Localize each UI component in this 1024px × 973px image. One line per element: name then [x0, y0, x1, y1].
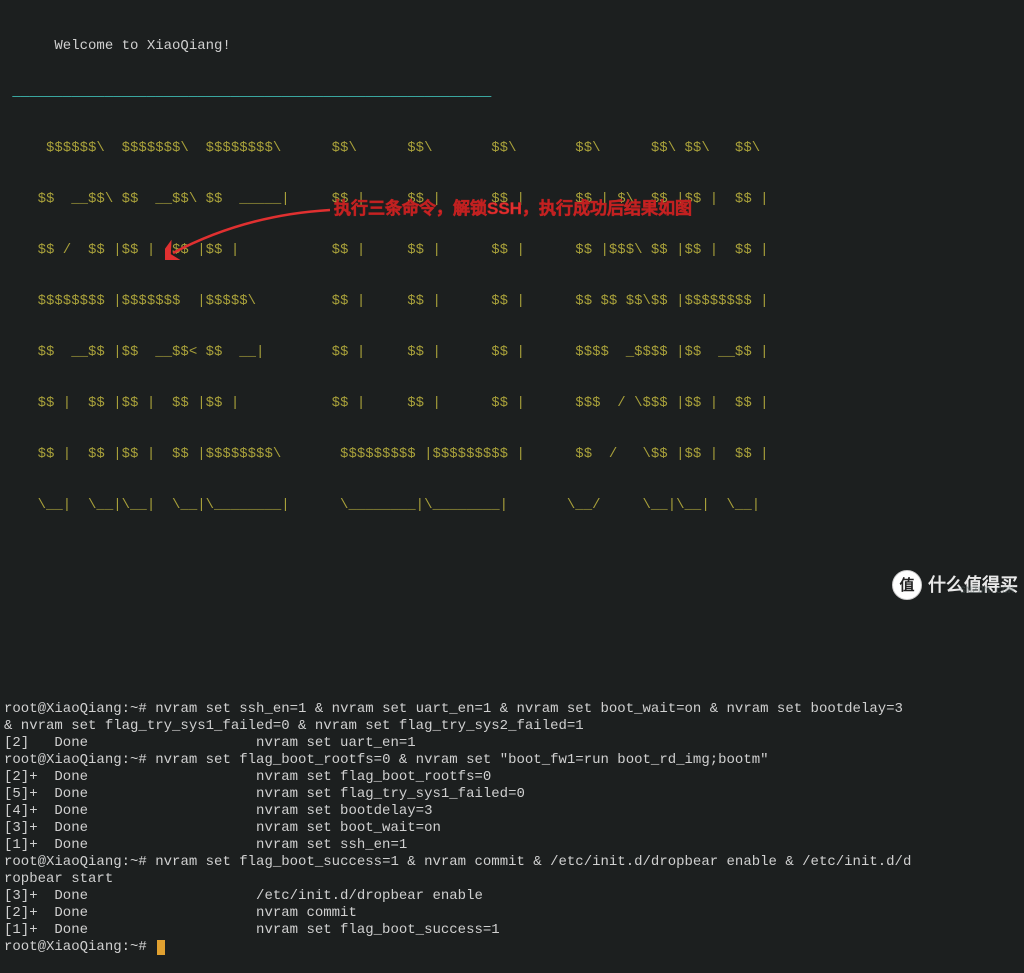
cursor-icon	[157, 940, 165, 955]
ascii-art-row: $$ | $$ |$$ | $$ |$$$$$$$$\ $$$$$$$$$ |$…	[0, 446, 1024, 463]
blank-line	[0, 650, 1024, 667]
terminal-output-line: [3]+ Done nvram set boot_wait=on	[0, 820, 1024, 837]
terminal-output-line: [4]+ Done nvram set bootdelay=3	[0, 803, 1024, 820]
watermark-badge-icon: 值	[892, 570, 922, 600]
divider-line: ————————————————————————————————————————…	[0, 89, 1024, 106]
ascii-art-row: $$ | $$ |$$ | $$ |$$ | $$ | $$ | $$ | $$…	[0, 395, 1024, 412]
terminal-output-line: [1]+ Done nvram set flag_boot_success=1	[0, 922, 1024, 939]
shell-prompt: root@XiaoQiang:~#	[4, 854, 155, 870]
terminal-output-line: [2]+ Done nvram set flag_boot_rootfs=0	[0, 769, 1024, 786]
terminal-output-line: ropbear start	[0, 871, 1024, 888]
terminal-prompt-line: root@XiaoQiang:~#	[0, 939, 1024, 956]
shell-command: nvram set flag_boot_rootfs=0 & nvram set…	[155, 752, 768, 768]
terminal-prompt-line: root@XiaoQiang:~# nvram set ssh_en=1 & n…	[0, 701, 1024, 718]
annotation-label: 执行三条命令，解锁SSH，执行成功后结果如图	[334, 200, 692, 217]
shell-prompt: root@XiaoQiang:~#	[4, 752, 155, 768]
ascii-art-row: $$ __$$ |$$ __$$< $$ __| $$ | $$ | $$ | …	[0, 344, 1024, 361]
ascii-art-row: $$$$$$$$ |$$$$$$$ |$$$$$\ $$ | $$ | $$ |…	[0, 293, 1024, 310]
terminal-output-line: & nvram set flag_try_sys1_failed=0 & nvr…	[0, 718, 1024, 735]
terminal-output-line: [1]+ Done nvram set ssh_en=1	[0, 837, 1024, 854]
shell-prompt: root@XiaoQiang:~#	[4, 939, 155, 955]
terminal-output[interactable]: Welcome to XiaoQiang! ——————————————————…	[0, 0, 1024, 973]
blank-line	[0, 599, 1024, 616]
terminal-output-line: [3]+ Done /etc/init.d/dropbear enable	[0, 888, 1024, 905]
terminal-output-line: [5]+ Done nvram set flag_try_sys1_failed…	[0, 786, 1024, 803]
welcome-line: Welcome to XiaoQiang!	[0, 38, 1024, 55]
shell-command: nvram set ssh_en=1 & nvram set uart_en=1…	[155, 701, 911, 717]
blank-line	[0, 548, 1024, 565]
shell-prompt: root@XiaoQiang:~#	[4, 701, 155, 717]
terminal-output-line: [2] Done nvram set uart_en=1	[0, 735, 1024, 752]
terminal-output-line: [2]+ Done nvram commit	[0, 905, 1024, 922]
ascii-art-row: $$$$$$\ $$$$$$$\ $$$$$$$$\ $$\ $$\ $$\ $…	[0, 140, 1024, 157]
ascii-art-row: \__| \__|\__| \__|\________| \________|\…	[0, 497, 1024, 514]
shell-command: nvram set flag_boot_success=1 & nvram co…	[155, 854, 911, 870]
terminal-prompt-line: root@XiaoQiang:~# nvram set flag_boot_su…	[0, 854, 1024, 871]
ascii-art-row: $$ / $$ |$$ | $$ |$$ | $$ | $$ | $$ | $$…	[0, 242, 1024, 259]
watermark-url: SMZDM.COM	[960, 583, 1014, 600]
terminal-prompt-line: root@XiaoQiang:~# nvram set flag_boot_ro…	[0, 752, 1024, 769]
